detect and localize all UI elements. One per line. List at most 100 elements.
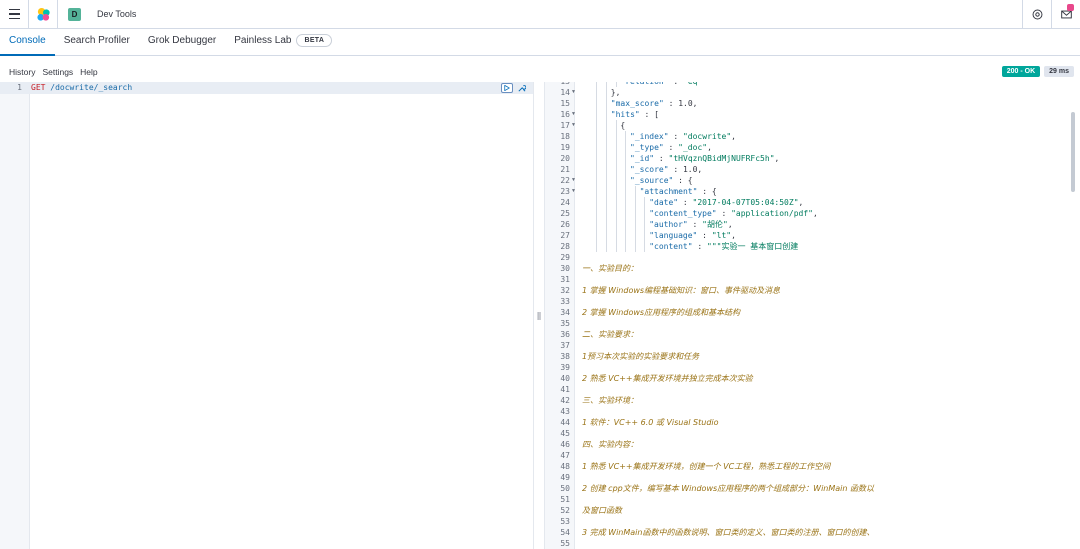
json-string: "application/pdf" [731,209,813,218]
json-punct: : [668,132,683,141]
indent-guide [596,208,598,219]
json-punct: : [692,242,707,251]
newsfeed-button[interactable] [1051,0,1080,29]
drag-handle-icon: ‖ [536,311,542,320]
indent-guide [606,219,607,230]
response-line: 16 ▼ "hits" : [ [545,109,1080,120]
json-string: "docwrite" [682,132,732,141]
pane-resizer[interactable]: ‖ [533,82,545,549]
content-text: 三、实验环境： [582,396,638,405]
fold-toggle-icon[interactable]: ▼ [571,120,576,131]
json-code: { [620,120,625,131]
indent-guide [596,87,598,98]
send-request-button[interactable] [501,83,513,93]
tab-search-profiler[interactable]: Search Profiler [55,28,139,55]
line-number: 32 [560,286,570,295]
json-key: "content_type" [649,209,717,218]
response-line: 22 ▼ "_source" : { [545,175,1080,186]
line-number: 25 [560,209,570,218]
response-lines: 13"relation" : "eq"14▼},15"max_score" : … [545,82,1080,549]
indent-guide [644,230,646,241]
indent-guide [606,109,607,120]
tab-console[interactable]: Console [0,28,55,56]
request-editor[interactable]: 1 GET /docwrite/_search [0,82,533,549]
json-code: "attachment" : { [640,186,717,197]
response-viewer[interactable]: 13"relation" : "eq"14▼},15"max_score" : … [545,82,1080,549]
indent-guide [596,153,598,164]
json-punct: , [774,154,780,163]
response-line: 45 [545,428,1080,439]
indent-guide [615,142,617,153]
json-key: "relation" [620,82,668,86]
response-line: 38 1预习本次实验的实验要求和任务 [545,351,1080,362]
response-line: 46 四、实验内容： [545,439,1080,450]
indent-guide [625,142,627,153]
json-code: "author" : "胡伦", [649,219,732,230]
indent-guide [625,197,627,208]
indent-guide [625,131,627,142]
indent-guide [596,164,598,175]
menu-icon[interactable] [0,0,28,28]
response-line: 32 1 掌握 Windows编程基础知识：窗口、事件驱动及消息 [545,285,1080,296]
line-number: 36 [560,330,570,339]
json-string: "tHVqznQBidMjNUFRFc5h" [668,154,775,163]
line-number: 27 [560,231,570,240]
line-number: 43 [560,407,570,416]
indent-guide [634,186,636,197]
timing-badge: 29 ms [1044,66,1074,77]
line-number: 20 [560,154,570,163]
tab-grok-debugger[interactable]: Grok Debugger [139,28,225,55]
fold-toggle-icon[interactable]: ▼ [571,186,576,197]
json-punct: : [687,220,703,229]
line-number: 29 [560,253,570,262]
json-punct: , [731,132,736,141]
indent-guide [615,208,617,219]
elastic-logo-icon[interactable] [28,0,58,28]
line-number: 16 [560,110,570,119]
response-line: 23 ▼ "attachment" : { [545,186,1080,197]
help-button[interactable] [1022,0,1051,29]
indent-guide [615,230,617,241]
line-number: 1 [17,83,22,92]
json-key: "attachment" [639,187,698,196]
fold-toggle-icon[interactable]: ▼ [571,87,576,98]
line-number: 41 [560,385,570,394]
response-line: 51 [545,494,1080,505]
response-line: 50 2 创建 cpp文件，编写基本 Windows应用程序的两个组成部分：Win… [545,483,1080,494]
response-line: 48 1 熟悉 VC++集成开发环境，创建一个 VC工程，熟悉工程的工作空间 [545,461,1080,472]
response-line: 28 "content" : """实验一 基本窗口创建 [545,241,1080,252]
response-line: 15 "max_score" : 1.0, [545,98,1080,109]
json-punct: : [663,143,679,152]
indent-guide [596,230,598,241]
json-string: "2017-04-07T05:04:50Z" [692,198,799,207]
history-link[interactable]: History [9,67,35,77]
fold-toggle-icon[interactable]: ▼ [571,175,576,186]
indent-guide [615,120,617,131]
line-number: 28 [560,242,570,251]
response-line: 29 [545,252,1080,263]
space-avatar[interactable]: D [68,7,81,21]
tab-label: Console [9,35,46,46]
json-punct: : [697,231,712,240]
response-scrollbar[interactable] [1071,112,1075,192]
fold-toggle-icon[interactable]: ▼ [571,109,576,120]
indent-guide [625,186,627,197]
indent-guide [644,219,646,230]
indent-guide [606,131,607,142]
json-code: "date" : "2017-04-07T05:04:50Z", [649,197,803,208]
indent-guide [606,87,607,98]
json-key: "_score" [630,165,669,174]
tab-label: Search Profiler [63,35,130,46]
json-key: "author" [649,220,688,229]
request-line[interactable]: GET /docwrite/_search [31,82,132,94]
response-line: 17 ▼ { [545,120,1080,131]
response-line: 40 2 熟悉 VC++集成开发环境并独立完成本次实验 [545,373,1080,384]
json-punct: : { [673,176,693,185]
help-link[interactable]: Help [80,67,97,77]
response-line: 34 2 掌握 Windows应用程序的组成和基本结构 [545,307,1080,318]
request-options-button[interactable] [515,83,527,93]
line-number: 37 [560,341,570,350]
response-line: 42 三、实验环境： [545,395,1080,406]
tab-painless-lab[interactable]: Painless Lab BETA [225,28,341,55]
settings-link[interactable]: Settings [42,67,73,77]
